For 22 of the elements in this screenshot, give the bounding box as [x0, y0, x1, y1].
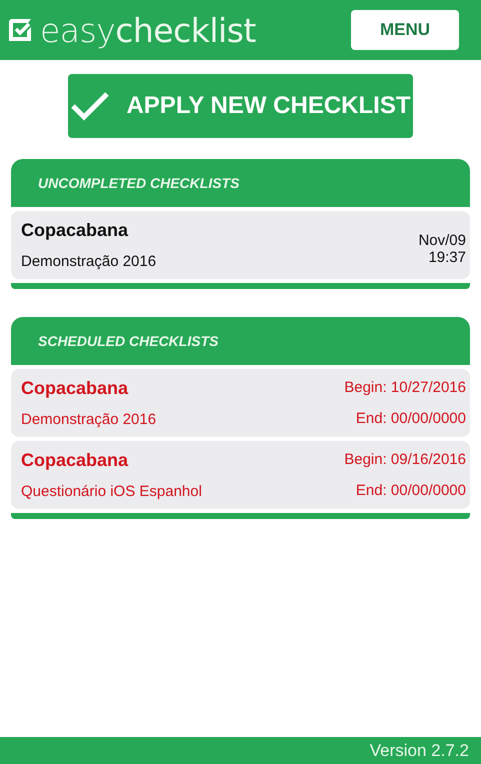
checklist-subtitle: Questionário iOS Espanhol — [21, 483, 202, 500]
checklist-title: Copacabana — [21, 450, 130, 471]
app-logo: easychecklist — [40, 10, 256, 50]
checklist-date: Nov/09 — [418, 232, 466, 249]
checklist-date: Begin: 10/27/2016 — [344, 379, 466, 396]
checkmark-icon — [70, 91, 110, 121]
section-title: UNCOMPLETED CHECKLISTS — [38, 175, 240, 191]
section-title: SCHEDULED CHECKLISTS — [38, 333, 218, 349]
checklist-item[interactable]: Copacabana Demonstração 2016 Nov/09 19:37 — [11, 211, 470, 279]
version-label: Version 2.7.2 — [370, 740, 469, 760]
checklist-date: End: 00/00/0000 — [356, 410, 466, 427]
checklist-date: Begin: 09/16/2016 — [344, 451, 466, 468]
checklist-date: End: 00/00/0000 — [356, 482, 466, 499]
menu-button[interactable]: MENU — [351, 10, 459, 50]
checklist-title: Copacabana — [21, 220, 130, 241]
checklist-subtitle: Demonstração 2016 — [21, 411, 156, 428]
checklist-subtitle: Demonstração 2016 — [21, 253, 156, 270]
checklist-item[interactable]: Copacabana Demonstração 2016 Begin: 10/27/2016 End: 00/00/0000 — [11, 369, 470, 437]
checklist-title: Copacabana — [21, 378, 130, 399]
checklist-item[interactable]: Copacabana Questionário iOS Espanhol Begin: 09/16/2016 End: 00/00/0000 — [11, 441, 470, 509]
apply-new-checklist-button[interactable]: APPLY NEW CHECKLIST — [68, 74, 413, 138]
checklist-date: 19:37 — [428, 249, 466, 266]
